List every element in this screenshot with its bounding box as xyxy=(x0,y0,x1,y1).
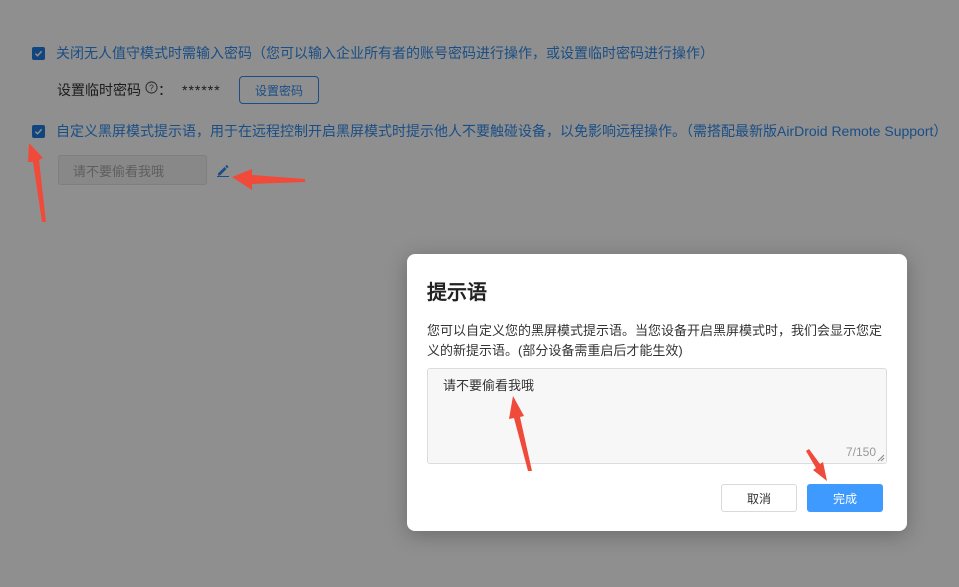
prompt-dialog: 提示语 您可以自定义您的黑屏模式提示语。当您设备开启黑屏模式时，我们会显示您定义… xyxy=(407,254,907,531)
prompt-textarea-value: 请不要偷看我哦 xyxy=(443,378,535,393)
done-button[interactable]: 完成 xyxy=(807,484,883,512)
cancel-button[interactable]: 取消 xyxy=(721,484,797,512)
prompt-textarea[interactable]: 请不要偷看我哦 7/150 xyxy=(427,368,887,464)
resize-grip-icon[interactable] xyxy=(877,454,885,462)
char-counter: 7/150 xyxy=(845,445,876,459)
dialog-title: 提示语 xyxy=(427,282,487,304)
dialog-description: 您可以自定义您的黑屏模式提示语。当您设备开启黑屏模式时，我们会显示您定义的新提示… xyxy=(427,323,883,358)
